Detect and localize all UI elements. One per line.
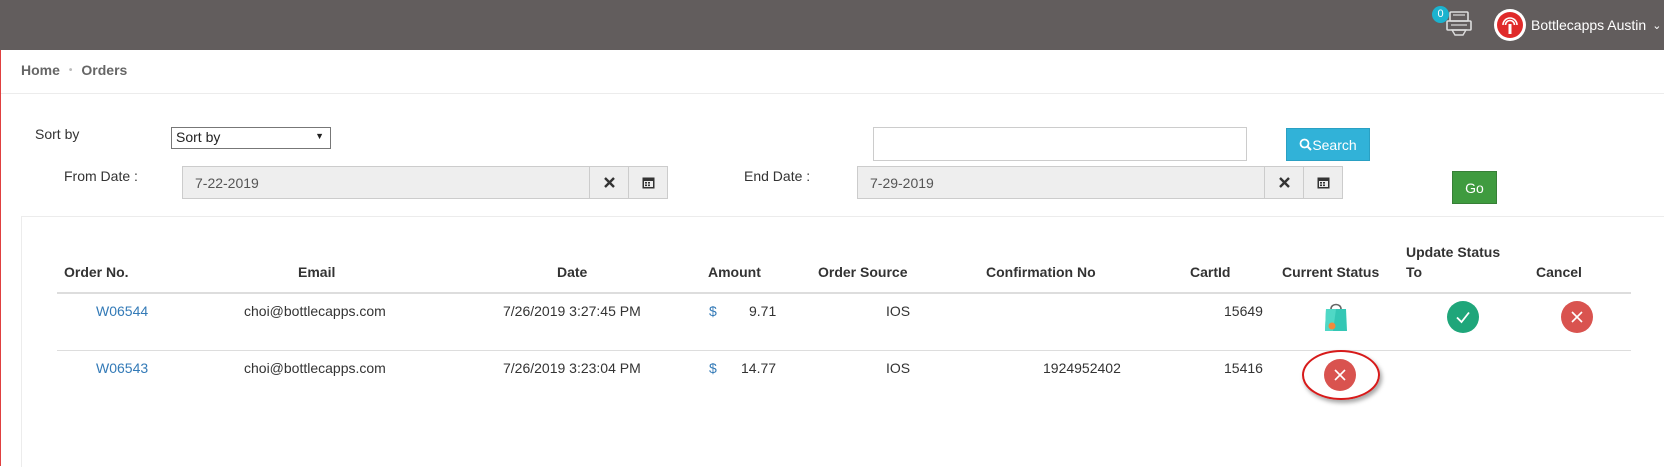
from-date-input[interactable]: 7-22-2019 <box>182 166 590 199</box>
header-order-no: Order No. <box>64 264 129 280</box>
breadcrumb: Home • Orders <box>21 62 127 78</box>
header-cancel: Cancel <box>1536 264 1582 280</box>
avatar <box>1494 9 1526 41</box>
user-menu[interactable]: Bottlecapps Austin ⌄ <box>1494 9 1661 41</box>
left-accent-line <box>0 0 1 466</box>
end-date-calendar-button[interactable] <box>1303 166 1343 199</box>
chevron-down-icon: ⌄ <box>1652 19 1662 32</box>
table-header-divider <box>57 292 1631 294</box>
user-name: Bottlecapps Austin <box>1531 17 1647 33</box>
from-date-label: From Date : <box>64 168 138 184</box>
sort-label: Sort by <box>35 126 80 142</box>
header-current-status: Current Status <box>1282 264 1380 280</box>
calendar-icon <box>642 177 654 189</box>
end-date-clear-button[interactable] <box>1264 166 1304 199</box>
from-date-clear-button[interactable] <box>589 166 629 199</box>
header-update-status: Update Status <box>1406 244 1501 260</box>
header-confirmation-no: Confirmation No <box>986 264 1096 280</box>
sort-selected-value: Sort by <box>176 129 221 145</box>
clear-icon <box>1278 177 1290 188</box>
cart-count-badge: 0 <box>1432 6 1449 23</box>
order-currency: $ <box>709 360 717 376</box>
order-date: 7/26/2019 3:27:45 PM <box>503 303 641 319</box>
search-button[interactable]: Search <box>1286 128 1370 161</box>
close-icon <box>1571 311 1583 323</box>
cancelled-status-indicator <box>1324 359 1356 391</box>
breadcrumb-home[interactable]: Home <box>21 62 60 78</box>
header-date: Date <box>557 264 588 280</box>
check-icon <box>1456 311 1470 324</box>
top-navbar: 0 Bottlecapps Austin ⌄ <box>0 0 1664 50</box>
breadcrumb-separator: • <box>68 64 73 76</box>
breadcrumb-orders: Orders <box>81 62 128 78</box>
end-date-input[interactable]: 7-29-2019 <box>857 166 1265 199</box>
calendar-icon <box>1317 177 1329 189</box>
store-logo-icon <box>1497 12 1523 38</box>
clear-icon <box>603 177 615 188</box>
accept-order-button[interactable] <box>1447 301 1479 333</box>
order-currency: $ <box>709 303 717 319</box>
order-email: choi@bottlecapps.com <box>244 360 386 376</box>
order-amount: 9.71 <box>749 303 777 319</box>
divider <box>1 93 1664 94</box>
order-number-link[interactable]: W06544 <box>96 303 148 319</box>
header-order-source: Order Source <box>818 264 908 280</box>
header-email: Email <box>298 264 336 280</box>
cancel-order-button[interactable] <box>1561 301 1593 333</box>
order-confirmation: 1924952402 <box>1043 360 1121 376</box>
go-button[interactable]: Go <box>1452 171 1497 204</box>
search-input[interactable] <box>873 127 1247 161</box>
order-email: choi@bottlecapps.com <box>244 303 386 319</box>
row-divider <box>57 350 1631 351</box>
order-source: IOS <box>886 303 911 319</box>
order-cart-id: 15649 <box>1224 303 1263 319</box>
from-date-calendar-button[interactable] <box>628 166 668 199</box>
sort-select[interactable]: Sort by ▼ <box>171 127 331 149</box>
cancelled-icon <box>1334 369 1346 381</box>
order-amount: 14.77 <box>741 360 777 376</box>
shopping-bag-icon <box>1325 303 1347 331</box>
dropdown-arrow-icon: ▼ <box>315 131 324 141</box>
header-cart-id: CartId <box>1190 264 1231 280</box>
order-date: 7/26/2019 3:23:04 PM <box>503 360 641 376</box>
search-button-label: Search <box>1312 136 1357 153</box>
order-source: IOS <box>886 360 911 376</box>
header-amount: Amount <box>708 264 761 280</box>
header-update-status-to: To <box>1406 264 1423 280</box>
search-icon <box>1299 138 1313 151</box>
order-cart-id: 15416 <box>1224 360 1263 376</box>
order-number-link[interactable]: W06543 <box>96 360 148 376</box>
cart-button[interactable]: 0 <box>1432 6 1474 39</box>
end-date-label: End Date : <box>744 168 811 184</box>
